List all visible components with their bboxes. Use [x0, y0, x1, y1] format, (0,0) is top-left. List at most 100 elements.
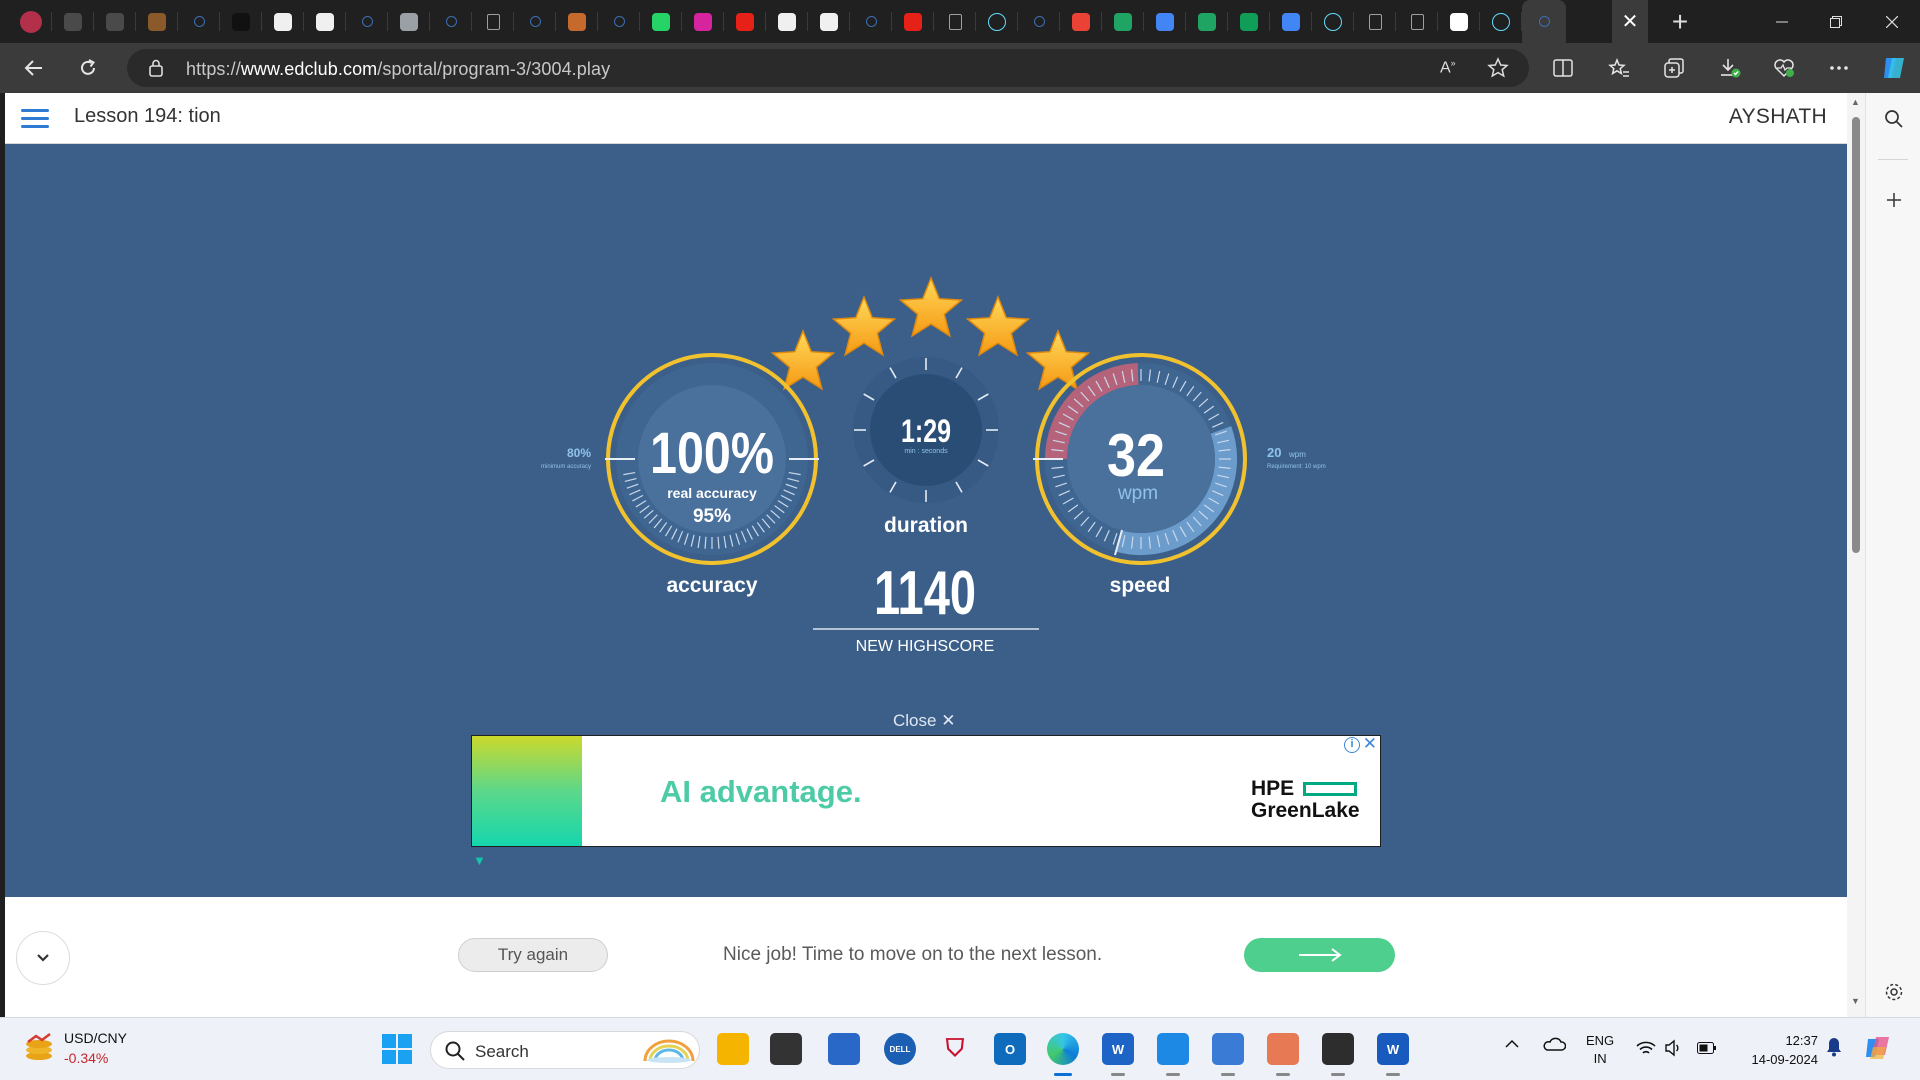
- browser-tab[interactable]: [766, 0, 808, 43]
- dell-icon[interactable]: DELL: [884, 1033, 916, 1065]
- browser-tab[interactable]: [640, 0, 682, 43]
- next-lesson-button[interactable]: [1244, 938, 1395, 972]
- scroll-up-icon[interactable]: ▲: [1851, 97, 1860, 107]
- microsoft-store-icon[interactable]: [828, 1033, 860, 1065]
- notepad-icon[interactable]: [1212, 1033, 1244, 1065]
- username[interactable]: AYSHATH: [1729, 105, 1827, 129]
- browser-tab[interactable]: [1270, 0, 1312, 43]
- close-tab-icon[interactable]: ✕: [1612, 0, 1648, 43]
- vscode-icon[interactable]: [1157, 1033, 1189, 1065]
- copilot-icon[interactable]: [1876, 50, 1912, 86]
- file-explorer-icon[interactable]: [717, 1033, 749, 1065]
- browser-tab[interactable]: [52, 0, 94, 43]
- ad-brand-logo[interactable]: HPE GreenLake: [1251, 778, 1360, 822]
- sidebar-search-icon[interactable]: [1866, 99, 1920, 139]
- battery-icon[interactable]: [1697, 1042, 1717, 1054]
- taskbar-clock[interactable]: 12:37 14-09-2024: [1740, 1031, 1819, 1069]
- git-icon[interactable]: [1267, 1033, 1299, 1065]
- sidebar-add-icon[interactable]: [1866, 180, 1920, 220]
- terminal-icon[interactable]: [1322, 1033, 1354, 1065]
- try-again-button[interactable]: Try again: [458, 938, 608, 972]
- browser-essentials-icon[interactable]: [1766, 50, 1802, 86]
- ad-info-icon[interactable]: i: [1344, 737, 1360, 753]
- adchoices-icon[interactable]: ▼: [473, 853, 486, 868]
- browser-tab[interactable]: [1480, 0, 1522, 43]
- browser-tab[interactable]: [724, 0, 766, 43]
- browser-tab[interactable]: [1354, 0, 1396, 43]
- word-icon[interactable]: W: [1377, 1033, 1409, 1065]
- browser-tab[interactable]: [430, 0, 472, 43]
- browser-tab[interactable]: [1018, 0, 1060, 43]
- onedrive-icon[interactable]: [1542, 1036, 1566, 1052]
- browser-tab[interactable]: [808, 0, 850, 43]
- browser-tab[interactable]: [934, 0, 976, 43]
- close-window-button[interactable]: [1864, 0, 1920, 43]
- minimize-button[interactable]: [1754, 0, 1810, 43]
- browser-tab[interactable]: [94, 0, 136, 43]
- more-options-icon[interactable]: [1821, 50, 1857, 86]
- browser-tab[interactable]: [388, 0, 430, 43]
- browser-tab[interactable]: [1396, 0, 1438, 43]
- stock-widget-value[interactable]: -0.34%: [64, 1050, 108, 1066]
- edge-icon[interactable]: [1047, 1033, 1079, 1065]
- collections-icon[interactable]: [1656, 50, 1692, 86]
- split-screen-icon[interactable]: [1545, 50, 1581, 86]
- browser-tab[interactable]: [178, 0, 220, 43]
- browser-tab[interactable]: [136, 0, 178, 43]
- browser-tab[interactable]: [1228, 0, 1270, 43]
- refresh-button[interactable]: [70, 50, 106, 86]
- browser-tab[interactable]: [1060, 0, 1102, 43]
- copilot-taskbar-icon[interactable]: [1864, 1033, 1892, 1061]
- scrollbar-thumb[interactable]: [1852, 117, 1860, 553]
- taskbar-search[interactable]: Search: [430, 1031, 700, 1069]
- browser-tab[interactable]: [1312, 0, 1354, 43]
- downloads-icon[interactable]: [1712, 50, 1748, 86]
- favorite-star-icon[interactable]: [1487, 57, 1509, 79]
- url-text[interactable]: https://www.edclub.com/sportal/program-3…: [186, 59, 610, 80]
- lock-icon[interactable]: [149, 59, 163, 77]
- outlook-icon[interactable]: O: [994, 1033, 1026, 1065]
- browser-tab[interactable]: [682, 0, 724, 43]
- browser-tab[interactable]: [598, 0, 640, 43]
- browser-tab[interactable]: [1522, 0, 1566, 43]
- wifi-icon[interactable]: [1636, 1040, 1656, 1056]
- favorites-icon[interactable]: [1601, 50, 1637, 86]
- browser-tab[interactable]: [1186, 0, 1228, 43]
- sidebar-settings-icon[interactable]: [1866, 972, 1920, 1012]
- volume-icon[interactable]: [1664, 1039, 1682, 1057]
- address-bar[interactable]: https://www.edclub.com/sportal/program-3…: [127, 49, 1529, 87]
- browser-tab[interactable]: [556, 0, 598, 43]
- language-indicator[interactable]: ENG IN: [1586, 1032, 1614, 1068]
- browser-tab[interactable]: [514, 0, 556, 43]
- browser-tab[interactable]: [1102, 0, 1144, 43]
- wordweb-icon[interactable]: W: [1102, 1033, 1134, 1065]
- close-ad-button[interactable]: Close ✕: [893, 711, 955, 731]
- browser-tab[interactable]: [472, 0, 514, 43]
- scroll-down-icon[interactable]: ▼: [1851, 996, 1860, 1006]
- task-view-icon[interactable]: [770, 1033, 802, 1065]
- browser-tab[interactable]: [892, 0, 934, 43]
- advertisement[interactable]: AI advantage. HPE GreenLake i ✕: [471, 734, 1381, 847]
- mcafee-icon[interactable]: ⛉: [939, 1033, 971, 1065]
- ad-headline[interactable]: AI advantage.: [660, 774, 862, 810]
- browser-tab[interactable]: [10, 0, 52, 43]
- browser-tab[interactable]: [262, 0, 304, 43]
- browser-tab[interactable]: [1144, 0, 1186, 43]
- tray-overflow-chevron-icon[interactable]: [1505, 1039, 1519, 1049]
- menu-icon[interactable]: [17, 105, 53, 131]
- stock-widget-title[interactable]: USD/CNY: [64, 1030, 127, 1046]
- new-tab-button[interactable]: +: [1660, 0, 1700, 43]
- stock-widget-icon[interactable]: [22, 1032, 56, 1062]
- windows-start-icon[interactable]: [382, 1034, 412, 1064]
- browser-tab[interactable]: [346, 0, 388, 43]
- collapse-chevron-icon[interactable]: [16, 931, 70, 985]
- browser-tab[interactable]: [1438, 0, 1480, 43]
- ad-close-icon[interactable]: ✕: [1363, 734, 1377, 754]
- read-aloud-icon[interactable]: A»: [1440, 58, 1456, 77]
- browser-tab[interactable]: [850, 0, 892, 43]
- restore-button[interactable]: [1808, 0, 1864, 43]
- notification-bell-icon[interactable]: [1826, 1037, 1842, 1057]
- browser-tab[interactable]: [220, 0, 262, 43]
- page-scrollbar[interactable]: ▲ ▼: [1847, 93, 1865, 1017]
- back-button[interactable]: [16, 50, 52, 86]
